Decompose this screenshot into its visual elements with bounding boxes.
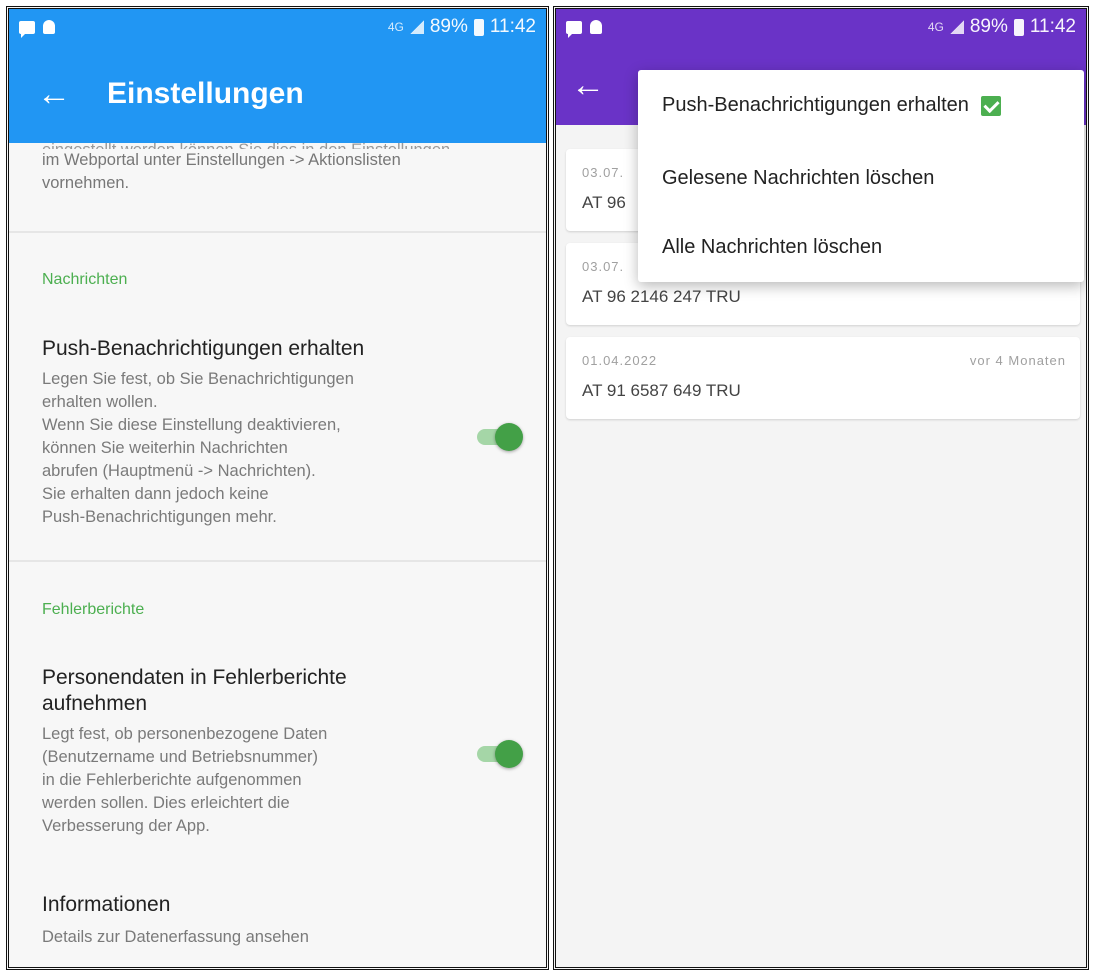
back-arrow-icon[interactable]: ←: [556, 68, 616, 102]
toggle-thumb: [495, 423, 523, 451]
message-body: AT 96 2146 247 TRU: [582, 287, 741, 306]
information-title[interactable]: Informationen: [42, 892, 170, 918]
overflow-menu: Push-Benachrichtigungen erhalten Gelesen…: [638, 70, 1084, 282]
message-body: AT 96: [582, 193, 626, 212]
signal-icon: [949, 20, 964, 34]
clock: 11:42: [1029, 16, 1076, 37]
push-notifications-summary: Legen Sie fest, ob Sie Benachrichtigunge…: [42, 370, 354, 526]
message-body: AT 91 6587 649 TRU: [582, 381, 741, 400]
message-card[interactable]: 01.04.2022 vor 4 Monaten AT 91 6587 649 …: [566, 337, 1080, 419]
status-bar: 4G 89% 11:42: [556, 9, 1086, 45]
push-notifications-title[interactable]: Push-Benachrichtigungen erhalten: [42, 336, 364, 362]
toggle-thumb: [495, 740, 523, 768]
message-date: 03.07.: [582, 259, 625, 274]
truncated-text-line: eingestellt werden können Sie dies in de…: [42, 139, 522, 149]
push-notifications-toggle[interactable]: [471, 419, 527, 453]
status-bar: 4G 89% 11:42: [9, 9, 546, 45]
battery-icon: [473, 18, 484, 36]
chat-icon: [566, 20, 582, 38]
message-date: 01.04.2022: [582, 353, 658, 368]
network-badge: 4G: [387, 20, 404, 34]
notification-icon: [43, 20, 55, 34]
divider: [9, 560, 546, 562]
menu-item-push-notifications[interactable]: Push-Benachrichtigungen erhalten: [662, 94, 1001, 117]
back-arrow-icon[interactable]: ←: [9, 77, 89, 111]
signal-icon: [409, 20, 424, 34]
menu-item-delete-all[interactable]: Alle Nachrichten löschen: [662, 236, 882, 259]
app-bar: ← Einstellungen: [9, 45, 546, 143]
section-header-nachrichten: Nachrichten: [42, 271, 128, 288]
battery-icon: [1013, 18, 1024, 36]
battery-percent: 89%: [969, 16, 1008, 37]
intro-text-body: im Webportal unter Einstellungen -> Akti…: [42, 151, 401, 192]
page-title: Einstellungen: [107, 77, 304, 110]
personal-data-toggle[interactable]: [471, 736, 527, 770]
message-date: 03.07.: [582, 165, 625, 180]
menu-item-delete-read[interactable]: Gelesene Nachrichten löschen: [662, 167, 934, 190]
network-badge: 4G: [927, 20, 944, 34]
checkbox-checked-icon[interactable]: [980, 95, 1001, 116]
battery-percent: 89%: [429, 16, 468, 37]
clock: 11:42: [489, 16, 536, 37]
personal-data-title[interactable]: Personendaten in Fehlerberichte aufnehme…: [42, 665, 347, 717]
information-summary: Details zur Datenerfassung ansehen: [42, 928, 309, 946]
notification-icon: [590, 20, 602, 34]
settings-list[interactable]: eingestellt werden können Sie dies in de…: [9, 141, 546, 967]
divider: [9, 231, 546, 233]
menu-item-push-label: Push-Benachrichtigungen erhalten: [662, 94, 969, 116]
messages-screen: 4G 89% 11:42 ← 03.07. AT 96 03.07. AT 96…: [553, 6, 1089, 970]
intro-text: eingestellt werden können Sie dies in de…: [42, 139, 522, 195]
personal-data-summary: Legt fest, ob personenbezogene Daten (Be…: [42, 725, 328, 835]
settings-screen: 4G 89% 11:42 ← Einstellungen eingestellt…: [6, 6, 549, 970]
section-header-fehlerberichte: Fehlerberichte: [42, 601, 145, 618]
message-relative-time: vor 4 Monaten: [969, 353, 1066, 368]
chat-icon: [19, 20, 35, 38]
